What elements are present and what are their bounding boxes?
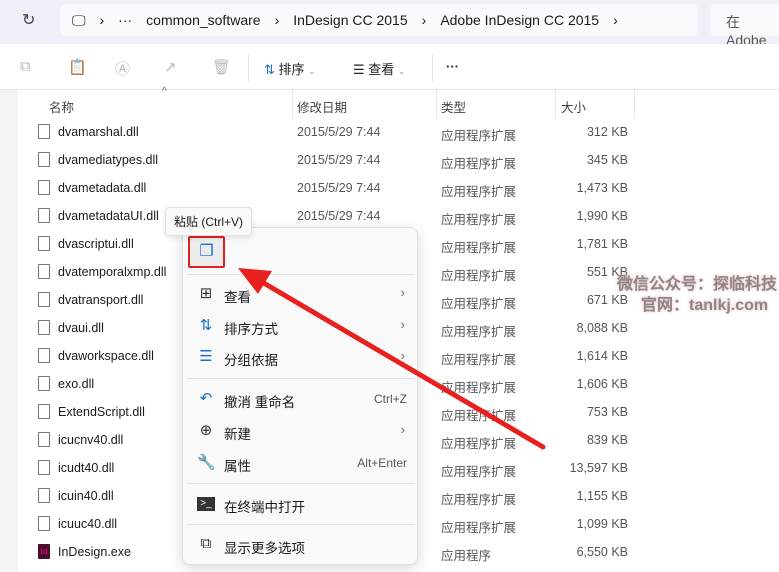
watermark-line2: 官网：tanlkj.com xyxy=(641,297,769,314)
